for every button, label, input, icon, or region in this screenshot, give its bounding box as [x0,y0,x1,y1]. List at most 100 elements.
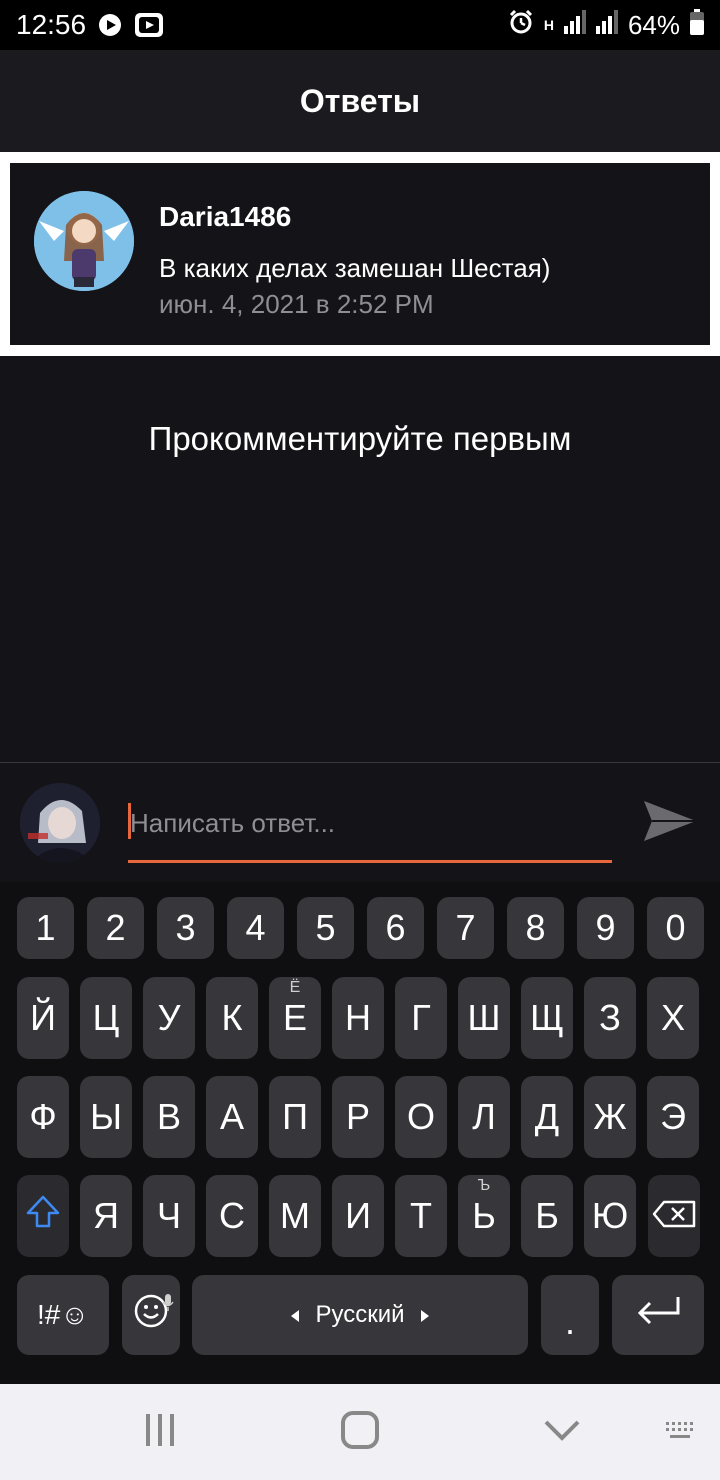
key-number-label-2: 3 [175,907,196,948]
keyboard-switch-button[interactable] [660,1418,700,1448]
key-row3-6[interactable]: ЪЬ [458,1175,510,1257]
key-row3-2[interactable]: С [206,1175,258,1257]
key-row1-8[interactable]: Щ [521,977,573,1059]
key-row1-4[interactable]: ЁЕ [269,977,321,1059]
key-row2-6[interactable]: О [395,1076,447,1158]
key-row1-6[interactable]: Г [395,977,447,1059]
back-button[interactable] [538,1412,586,1452]
system-nav-bar [0,1384,720,1480]
key-number-label-9: 0 [665,907,686,948]
signal-icon-2 [595,9,618,41]
key-row3-1[interactable]: Ч [143,1175,195,1257]
key-enter[interactable] [612,1275,704,1355]
key-number-label-4: 5 [315,907,336,948]
key-row1-label-3: К [221,997,243,1038]
key-row2-10[interactable]: Э [647,1076,699,1158]
key-row3-label-5: Т [410,1195,432,1236]
chevron-down-icon [542,1418,582,1447]
key-row3-label-0: Я [93,1195,119,1236]
key-row2-3[interactable]: А [206,1076,258,1158]
reply-input[interactable] [130,805,600,841]
comment-card-frame: Daria1486 В каких делах замешан Шестая) … [0,152,720,356]
key-number-label-3: 4 [245,907,266,948]
key-emoji[interactable] [122,1275,180,1355]
key-number-2[interactable]: 3 [157,897,214,959]
key-number-4[interactable]: 5 [297,897,354,959]
key-row1-5[interactable]: Н [332,977,384,1059]
key-number-8[interactable]: 9 [577,897,634,959]
key-row1-3[interactable]: К [206,977,258,1059]
comment-username[interactable]: Daria1486 [159,201,291,233]
signal-icon-1 [563,9,586,41]
youtube-icon [134,12,164,38]
key-row3-label-8: Ю [591,1195,629,1236]
backspace-icon [652,1195,696,1237]
key-row3-label-7: Б [535,1195,559,1236]
key-row2-label-1: Ы [90,1096,122,1137]
key-row2-8[interactable]: Д [521,1076,573,1158]
current-user-avatar [20,783,100,863]
empty-state-text: Прокомментируйте первым [148,420,572,457]
key-period[interactable]: . [541,1275,599,1355]
key-row2-label-5: Р [345,1096,370,1137]
key-row2-0[interactable]: Ф [17,1076,69,1158]
key-number-1[interactable]: 2 [87,897,144,959]
key-number-5[interactable]: 6 [367,897,424,959]
chevron-right-icon [419,1301,429,1329]
key-row2-label-0: Ф [29,1096,57,1137]
key-row1-label-7: Ш [467,997,501,1038]
key-number-label-5: 6 [385,907,406,948]
key-number-label-0: 1 [35,907,56,948]
shift-icon [25,1194,61,1239]
key-row1-label-10: Х [660,997,685,1038]
key-row2-label-10: Э [660,1096,686,1137]
key-row2-9[interactable]: Ж [584,1076,636,1158]
key-number-0[interactable]: 1 [17,897,74,959]
key-number-6[interactable]: 7 [437,897,494,959]
key-number-label-1: 2 [105,907,126,948]
key-row1-label-8: Щ [530,997,564,1038]
battery-icon [690,8,704,42]
recent-apps-button[interactable] [138,1412,182,1452]
home-button[interactable] [336,1410,384,1454]
key-backspace[interactable] [648,1175,700,1257]
key-row3-label-4: И [345,1195,371,1236]
send-button[interactable] [640,795,700,851]
key-number-7[interactable]: 8 [507,897,564,959]
key-shift[interactable] [17,1175,69,1257]
key-row3-4[interactable]: И [332,1175,384,1257]
keyboard-icon [664,1420,696,1447]
key-row1-10[interactable]: Х [647,977,699,1059]
key-row3-8[interactable]: Ю [584,1175,636,1257]
key-row3-0[interactable]: Я [80,1175,132,1257]
chevron-left-icon [291,1301,301,1329]
key-row2-1[interactable]: Ы [80,1076,132,1158]
key-row1-label-2: У [157,997,181,1038]
key-row2-label-9: Ж [593,1096,627,1137]
key-row1-9[interactable]: З [584,977,636,1059]
play-circle-icon [98,13,122,37]
key-row2-label-3: А [219,1096,244,1137]
key-number-3[interactable]: 4 [227,897,284,959]
avatar[interactable] [34,191,134,291]
key-row2-2[interactable]: В [143,1076,195,1158]
status-bar: 12:56 H 64% [0,0,720,50]
key-number-label-7: 8 [525,907,546,948]
key-row1-7[interactable]: Ш [458,977,510,1059]
key-row2-5[interactable]: Р [332,1076,384,1158]
key-number-9[interactable]: 0 [647,897,704,959]
key-space[interactable]: Русский [192,1275,528,1355]
comment-card[interactable]: Daria1486 В каких делах замешан Шестая) … [10,163,710,345]
key-row1-0[interactable]: Й [17,977,69,1059]
key-row1-1[interactable]: Ц [80,977,132,1059]
key-row2-4[interactable]: П [269,1076,321,1158]
key-row3-7[interactable]: Б [521,1175,573,1257]
home-icon [340,1410,380,1455]
key-row3-5[interactable]: Т [395,1175,447,1257]
key-row3-3[interactable]: М [269,1175,321,1257]
key-symbols[interactable]: !#☺ [17,1275,109,1355]
key-row3-label-6: Ь [472,1195,496,1236]
key-row2-7[interactable]: Л [458,1076,510,1158]
enter-icon [634,1294,682,1336]
key-row1-2[interactable]: У [143,977,195,1059]
